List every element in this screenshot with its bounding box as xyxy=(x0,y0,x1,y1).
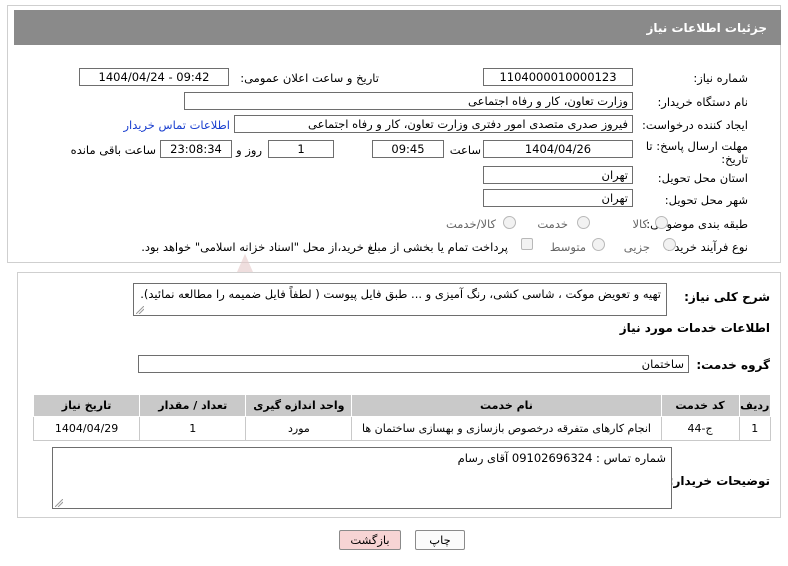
deadline-time-label: ساعت xyxy=(449,143,481,157)
creator-label: ایجاد کننده درخواست: xyxy=(642,118,748,132)
process-label: نوع فرآیند خرید : xyxy=(666,240,748,254)
process-radio-medium[interactable] xyxy=(592,238,605,251)
services-title: اطلاعات خدمات مورد نیاز xyxy=(619,321,770,335)
buyer-notes-textarea: شماره تماس : 09102696324 آقای رسام xyxy=(52,447,672,509)
province-label: استان محل تحویل: xyxy=(657,171,748,185)
process-option-minor: جزیی xyxy=(623,240,650,254)
need-number-label: شماره نیاز: xyxy=(693,71,748,85)
resize-grip-icon xyxy=(136,306,144,314)
announce-label: تاریخ و ساعت اعلان عمومی: xyxy=(240,71,379,85)
announce-field: 1404/04/24 - 09:42 xyxy=(79,68,229,86)
category-radio-service[interactable] xyxy=(577,216,590,229)
remaining-label: ساعت باقی مانده xyxy=(70,143,156,157)
city-label: شهر محل تحویل: xyxy=(664,193,748,207)
cell-unit: مورد xyxy=(245,416,353,441)
col-code-header: کد خدمت xyxy=(660,394,740,417)
service-group-field: ساختمان xyxy=(138,355,689,373)
deadline-date-field: 1404/04/26 xyxy=(483,140,633,158)
description-textarea: تهیه و تعویض موکت ، شاسی کشی، رنگ آمیزی … xyxy=(133,283,667,316)
category-option-goods-service: کالا/خدمت xyxy=(445,217,496,231)
cell-name: انجام کارهای متفرقه درخصوص بازسازی و بهس… xyxy=(351,416,662,441)
process-radio-minor[interactable] xyxy=(663,238,676,251)
services-table: ردیف کد خدمت نام خدمت واحد اندازه گیری ت… xyxy=(32,394,772,441)
cell-date: 1404/04/29 xyxy=(32,416,141,441)
buyer-org-field: وزارت تعاون، کار و رفاه اجتماعی xyxy=(184,92,633,110)
page-header: جزئیات اطلاعات نیاز xyxy=(14,10,781,45)
col-unit-header: واحد اندازه گیری xyxy=(245,394,353,417)
col-row-header: ردیف xyxy=(738,394,772,417)
category-radio-goods-service[interactable] xyxy=(503,216,516,229)
cell-code: ج-44 xyxy=(660,416,740,441)
province-field: تهران xyxy=(483,166,633,184)
deadline-label: مهلت ارسال پاسخ: تا xyxy=(645,139,748,153)
category-option-goods: کالا xyxy=(632,217,648,231)
table-header-row: ردیف کد خدمت نام خدمت واحد اندازه گیری ت… xyxy=(32,394,772,417)
buyer-contact-link[interactable]: اطلاعات تماس خریدار xyxy=(123,118,230,132)
cell-row: 1 xyxy=(738,416,772,441)
deadline-time-field: 09:45 xyxy=(372,140,444,158)
cell-qty: 1 xyxy=(139,416,247,441)
col-date-header: تاریخ نیاز xyxy=(32,394,141,417)
city-field: تهران xyxy=(483,189,633,207)
description-label: شرح کلی نیاز: xyxy=(684,290,770,304)
print-button[interactable]: چاپ xyxy=(415,530,465,550)
service-group-label: گروه خدمت: xyxy=(696,358,770,372)
category-radio-goods[interactable] xyxy=(655,216,668,229)
creator-field: فیروز صدری متصدی امور دفتری وزارت تعاون،… xyxy=(234,115,633,133)
description-text: تهیه و تعویض موکت ، شاسی کشی، رنگ آمیزی … xyxy=(140,287,661,301)
category-option-service: خدمت xyxy=(537,217,568,231)
resize-grip-icon xyxy=(55,499,63,507)
payment-note: پرداخت تمام یا بخشی از مبلغ خرید،از محل … xyxy=(141,240,508,254)
days-field: 1 xyxy=(268,140,334,158)
process-option-medium: متوسط xyxy=(549,240,586,254)
days-label: روز و xyxy=(236,143,262,157)
buyer-notes-text: شماره تماس : 09102696324 آقای رسام xyxy=(457,451,666,465)
buyer-notes-label: توضیحات خریدار: xyxy=(668,474,770,488)
col-name-header: نام خدمت xyxy=(351,394,662,417)
back-button[interactable]: بازگشت xyxy=(339,530,401,550)
table-row: 1 ج-44 انجام کارهای متفرقه درخصوص بازساز… xyxy=(32,416,772,441)
deadline-label-2: تاریخ: xyxy=(721,152,748,166)
buyer-org-label: نام دستگاه خریدار: xyxy=(657,95,748,109)
need-number-field: 1104000010000123 xyxy=(483,68,633,86)
remaining-time-field: 23:08:34 xyxy=(160,140,232,158)
col-qty-header: تعداد / مقدار xyxy=(139,394,247,417)
page-title: جزئیات اطلاعات نیاز xyxy=(646,21,767,35)
treasury-checkbox[interactable] xyxy=(521,238,533,250)
